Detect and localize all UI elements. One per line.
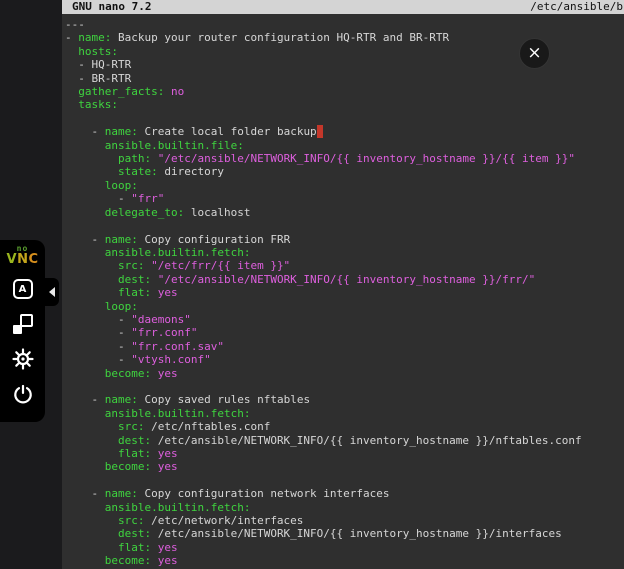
clipboard-button[interactable]: A [9, 275, 37, 303]
code-line: - name: Create local folder backup [65, 125, 624, 138]
code-line: become: yes [65, 554, 624, 567]
terminal-window: GNU nano 7.2 /etc/ansible/b ---- name: B… [62, 0, 624, 569]
code-line: flat: yes [65, 447, 624, 460]
code-line: - BR-RTR [65, 72, 624, 85]
code-line: - "frr.conf.sav" [65, 340, 624, 353]
code-line: flat: yes [65, 286, 624, 299]
text-cursor [317, 125, 324, 138]
code-line: flat: yes [65, 541, 624, 554]
gear-icon [11, 347, 35, 371]
code-line [65, 474, 624, 487]
vnc-sidebar: no VNC A [0, 0, 62, 569]
logo-vnc: VNC [7, 253, 39, 266]
code-line: ansible.builtin.fetch: [65, 246, 624, 259]
code-line: src: "/etc/frr/{{ item }}" [65, 259, 624, 272]
code-line: tasks: [65, 98, 624, 111]
code-line: ansible.builtin.fetch: [65, 501, 624, 514]
chevron-left-icon [49, 287, 55, 297]
code-line: - "frr" [65, 192, 624, 205]
file-path: /etc/ansible/b [530, 0, 623, 14]
power-button[interactable] [9, 380, 37, 408]
code-line: src: /etc/nftables.conf [65, 420, 624, 433]
nano-version: GNU nano 7.2 [72, 0, 151, 14]
code-line: become: yes [65, 367, 624, 380]
code-line: dest: /etc/ansible/NETWORK_INFO/{{ inven… [65, 527, 624, 540]
settings-button[interactable] [9, 345, 37, 373]
code-line: loop: [65, 179, 624, 192]
code-line: ansible.builtin.file: [65, 139, 624, 152]
vnc-control-panel: no VNC A [0, 240, 45, 422]
code-line [65, 380, 624, 393]
code-line: gather_facts: no [65, 85, 624, 98]
code-line: - "daemons" [65, 313, 624, 326]
fullscreen-button[interactable] [9, 310, 37, 338]
code-line: delegate_to: localhost [65, 206, 624, 219]
nano-titlebar: GNU nano 7.2 /etc/ansible/b [62, 0, 624, 14]
code-line: --- [65, 18, 624, 31]
code-line [65, 219, 624, 232]
close-button[interactable]: × [519, 38, 550, 69]
code-line: - "vtysh.conf" [65, 353, 624, 366]
code-line: become: yes [65, 460, 624, 473]
code-line: dest: "/etc/ansible/NETWORK_INFO/{{ inve… [65, 273, 624, 286]
code-line: state: directory [65, 165, 624, 178]
code-line: - "frr.conf" [65, 326, 624, 339]
code-line: ansible.builtin.fetch: [65, 407, 624, 420]
screen: { "titlebar": { "app": "GNU nano 7.2", "… [0, 0, 624, 569]
code-line: dest: /etc/ansible/NETWORK_INFO/{{ inven… [65, 434, 624, 447]
code-line: loop: [65, 300, 624, 313]
toolbar-collapse-handle[interactable] [45, 278, 59, 306]
clipboard-icon: A [13, 279, 33, 299]
novnc-logo: no VNC [7, 245, 39, 266]
code-line: src: /etc/network/interfaces [65, 514, 624, 527]
code-line: - name: Copy configuration FRR [65, 233, 624, 246]
close-icon: × [527, 45, 541, 62]
fullscreen-icon [13, 314, 33, 334]
code-line: - name: Copy configuration network inter… [65, 487, 624, 500]
code-line [65, 112, 624, 125]
code-line: - name: Copy saved rules nftables [65, 393, 624, 406]
power-icon [12, 383, 34, 405]
editor-lines[interactable]: ---- name: Backup your router configurat… [62, 14, 624, 568]
code-line: path: "/etc/ansible/NETWORK_INFO/{{ inve… [65, 152, 624, 165]
